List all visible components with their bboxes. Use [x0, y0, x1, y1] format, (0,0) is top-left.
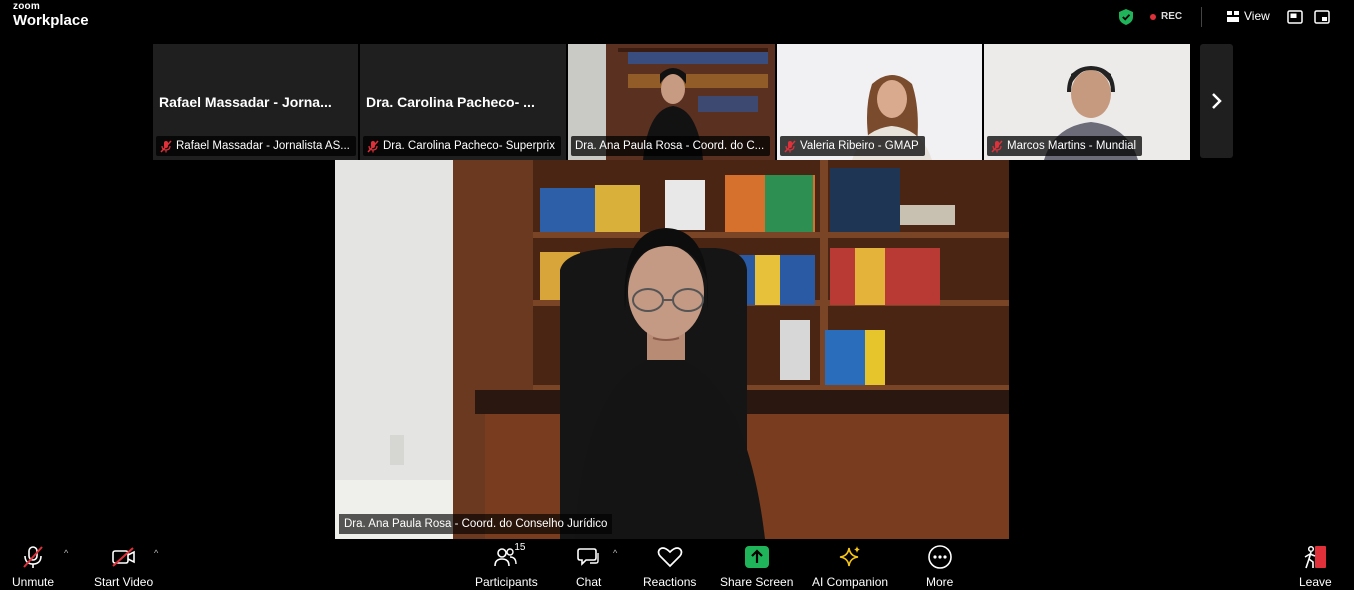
start-video-label: Start Video — [94, 575, 154, 589]
participant-label-text: Dra. Ana Paula Rosa - Coord. do C... — [575, 140, 765, 152]
logo-workplace-text: Workplace — [13, 12, 89, 29]
participant-label: Rafael Massadar - Jornalista AS... — [156, 136, 356, 156]
reactions-label: Reactions — [643, 575, 697, 589]
participant-tile[interactable]: Dra. Carolina Pacheco- ... Dra. Carolina… — [360, 44, 566, 160]
logo-zoom-text: zoom — [13, 1, 40, 12]
bottom-toolbar: Unmute ^ Start Video ^ 15 Participants C… — [0, 540, 1354, 590]
share-screen-icon — [744, 546, 769, 568]
divider — [1201, 7, 1202, 27]
top-bar: zoom Workplace REC View — [0, 0, 1354, 36]
video-options-caret-icon[interactable]: ^ — [154, 548, 158, 558]
participant-tile-active-speaker[interactable]: Dra. Ana Paula Rosa - Coord. do C... — [568, 44, 775, 160]
ai-companion-label: AI Companion — [812, 575, 889, 589]
ai-companion-button[interactable]: AI Companion — [812, 544, 888, 589]
participant-tile[interactable]: Rafael Massadar - Jorna... Rafael Massad… — [153, 44, 358, 160]
leave-label: Leave — [1299, 575, 1332, 589]
recording-dot-icon — [1150, 13, 1156, 20]
participant-label: Valeria Ribeiro - GMAP — [780, 136, 925, 156]
participant-name-big: Dra. Carolina Pacheco- ... — [366, 94, 535, 110]
chevron-right-icon — [1211, 93, 1222, 109]
view-label: View — [1244, 9, 1270, 23]
video-off-icon — [111, 547, 135, 567]
participant-name-big: Rafael Massadar - Jorna... — [159, 94, 332, 110]
app-logo: zoom Workplace — [13, 1, 89, 29]
participant-label: Marcos Martins - Mundial — [987, 136, 1143, 156]
participant-label-text: Valeria Ribeiro - GMAP — [800, 140, 919, 152]
participants-button[interactable]: 15 Participants — [475, 542, 538, 589]
chat-button[interactable]: Chat — [576, 544, 601, 589]
participant-label-text: Marcos Martins - Mundial — [1007, 140, 1137, 152]
mic-muted-icon — [160, 139, 172, 153]
recording-indicator[interactable]: REC — [1150, 11, 1182, 22]
chat-label: Chat — [576, 575, 602, 589]
participant-tile[interactable]: Marcos Martins - Mundial — [984, 44, 1190, 160]
grid-view-icon — [1227, 10, 1239, 22]
mic-muted-icon — [991, 139, 1003, 153]
reactions-button[interactable]: Reactions — [643, 544, 696, 589]
start-video-button[interactable]: Start Video — [94, 544, 153, 589]
participant-label-text: Dra. Carolina Pacheco- Superprix — [383, 140, 555, 152]
main-speaker-video[interactable]: Dra. Ana Paula Rosa - Coord. do Conselho… — [335, 160, 1009, 539]
audio-options-caret-icon[interactable]: ^ — [64, 548, 68, 558]
share-screen-button[interactable]: Share Screen — [720, 544, 793, 589]
leave-door-icon — [1304, 545, 1327, 569]
mic-muted-icon — [23, 546, 43, 568]
unmute-label: Unmute — [12, 575, 55, 589]
picture-in-picture-icon[interactable] — [1287, 10, 1303, 24]
more-button[interactable]: More — [926, 544, 953, 589]
chat-options-caret-icon[interactable]: ^ — [613, 548, 617, 558]
participant-label-text: Rafael Massadar - Jornalista AS... — [176, 140, 350, 152]
participant-label: Dra. Carolina Pacheco- Superprix — [363, 136, 561, 156]
main-speaker-label: Dra. Ana Paula Rosa - Coord. do Conselho… — [339, 514, 613, 534]
participant-label: Dra. Ana Paula Rosa - Coord. do C... — [571, 136, 771, 156]
unmute-button[interactable]: Unmute — [12, 544, 54, 589]
participants-count: 15 — [514, 542, 526, 553]
participant-tile[interactable]: Valeria Ribeiro - GMAP — [777, 44, 982, 160]
encryption-shield-icon[interactable] — [1119, 9, 1133, 25]
fullscreen-icon[interactable] — [1314, 10, 1330, 24]
recording-label: REC — [1161, 11, 1183, 22]
mic-muted-icon — [367, 139, 379, 153]
heart-icon — [657, 547, 683, 568]
more-label: More — [926, 575, 954, 589]
share-screen-label: Share Screen — [720, 575, 794, 589]
chat-icon — [576, 548, 599, 566]
leave-button[interactable]: Leave — [1299, 544, 1332, 589]
sparkle-icon — [839, 546, 861, 567]
mic-muted-icon — [784, 139, 796, 153]
participants-label: Participants — [475, 575, 538, 589]
speaker-video-feed — [335, 160, 1009, 539]
view-button[interactable]: View — [1227, 9, 1270, 23]
more-icon — [927, 545, 952, 569]
next-page-button[interactable] — [1200, 44, 1233, 158]
